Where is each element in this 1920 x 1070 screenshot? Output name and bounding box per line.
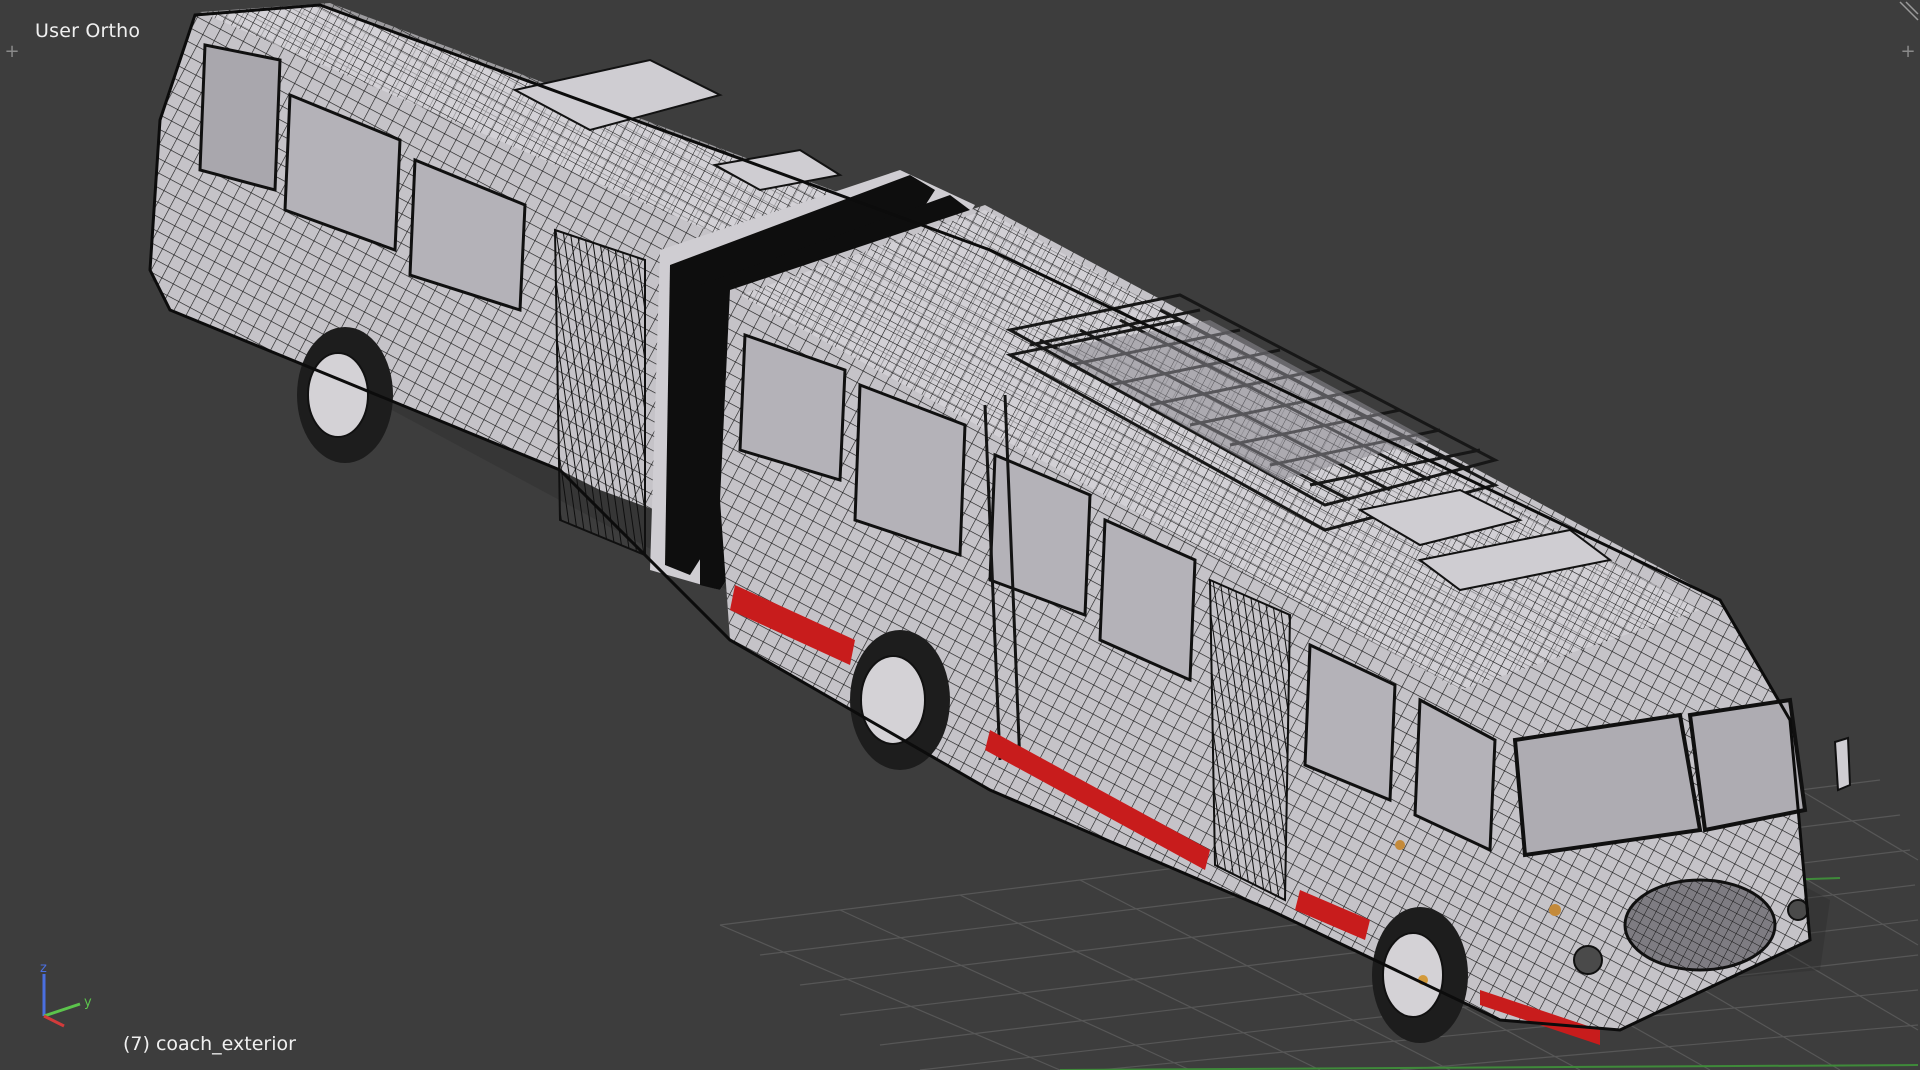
diagonal-split-icon[interactable] bbox=[1896, 0, 1920, 24]
axis-x-line bbox=[43, 1014, 65, 1028]
scene-canvas[interactable] bbox=[0, 0, 1920, 1070]
axis-y-line bbox=[43, 1002, 81, 1018]
active-object-label: (7) coach_exterior bbox=[123, 1033, 296, 1055]
plus-icon[interactable]: + bbox=[1898, 42, 1918, 62]
plus-icon[interactable]: + bbox=[2, 42, 22, 62]
axis-y-label: y bbox=[84, 995, 92, 1010]
bus-front-section bbox=[720, 205, 1852, 1030]
axis-gizmo: z y bbox=[40, 961, 92, 1028]
view-name-label: User Ortho bbox=[35, 20, 141, 42]
axis-z-label: z bbox=[40, 961, 47, 976]
3d-viewport[interactable]: z y User Ortho (7) coach_exterior + + bbox=[0, 0, 1920, 1070]
